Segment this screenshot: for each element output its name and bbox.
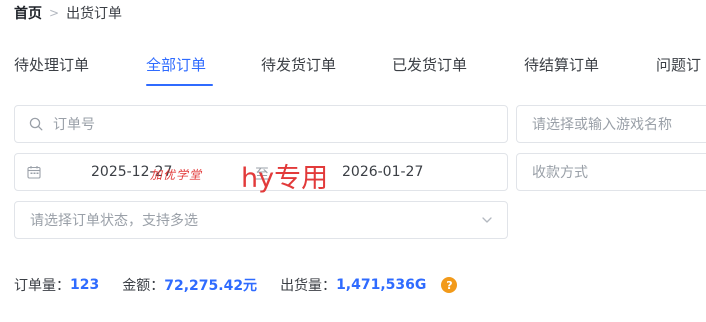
shipped-label: 出货量： xyxy=(280,278,337,294)
tab-problem-orders[interactable]: 问题订 xyxy=(656,54,701,75)
help-icon[interactable]: ? xyxy=(441,277,458,293)
chevron-down-icon xyxy=(482,217,492,223)
tab-pending-process[interactable]: 待处理订单 xyxy=(14,54,89,75)
tab-shipped[interactable]: 已发货订单 xyxy=(392,54,467,75)
active-tab-indicator xyxy=(146,84,213,86)
order-summary: 订单量： 123 金额： 72,275.42元 出货量： 1,471,536G … xyxy=(14,275,458,295)
search-icon xyxy=(29,117,43,131)
order-no-placeholder: 订单号 xyxy=(53,117,95,133)
game-placeholder: 请选择或输入游戏名称 xyxy=(532,117,672,133)
tab-pending-ship[interactable]: 待发货订单 xyxy=(261,54,336,75)
order-count-value: 123 xyxy=(70,277,100,293)
order-no-search-input[interactable]: 订单号 xyxy=(14,105,508,143)
amount-value: 72,275.42元 xyxy=(164,278,258,294)
order-status-select[interactable]: 请选择订单状态，支持多选 xyxy=(14,201,508,239)
date-end-value[interactable]: 2026-01-27 xyxy=(342,164,423,180)
game-select[interactable]: 请选择或输入游戏名称 xyxy=(516,105,706,143)
status-placeholder: 请选择订单状态，支持多选 xyxy=(30,213,198,229)
payment-placeholder: 收款方式 xyxy=(532,165,588,181)
shipped-value: 1,471,536G xyxy=(336,277,427,293)
breadcrumb: 首页 > 出货订单 xyxy=(14,4,122,22)
payment-method-select[interactable]: 收款方式 xyxy=(516,153,706,191)
order-tabs: 待处理订单 全部订单 待发货订单 已发货订单 待结算订单 问题订 xyxy=(0,54,706,90)
breadcrumb-home[interactable]: 首页 xyxy=(14,3,42,23)
watermark-overlay-text: hy专用 xyxy=(241,163,329,194)
tab-pending-settle[interactable]: 待结算订单 xyxy=(524,54,599,75)
watermark-stamp: 加优学堂 xyxy=(150,168,203,182)
tab-all-orders[interactable]: 全部订单 xyxy=(146,54,206,75)
amount-label: 金额： xyxy=(122,278,165,294)
breadcrumb-current: 出货订单 xyxy=(66,6,123,22)
calendar-icon xyxy=(27,166,41,179)
breadcrumb-separator-icon: > xyxy=(49,6,60,20)
date-range-picker[interactable]: 2025-12-27 加优学堂 至 hy专用 2026-01-27 xyxy=(14,153,508,194)
order-count-label: 订单量： xyxy=(14,278,70,294)
